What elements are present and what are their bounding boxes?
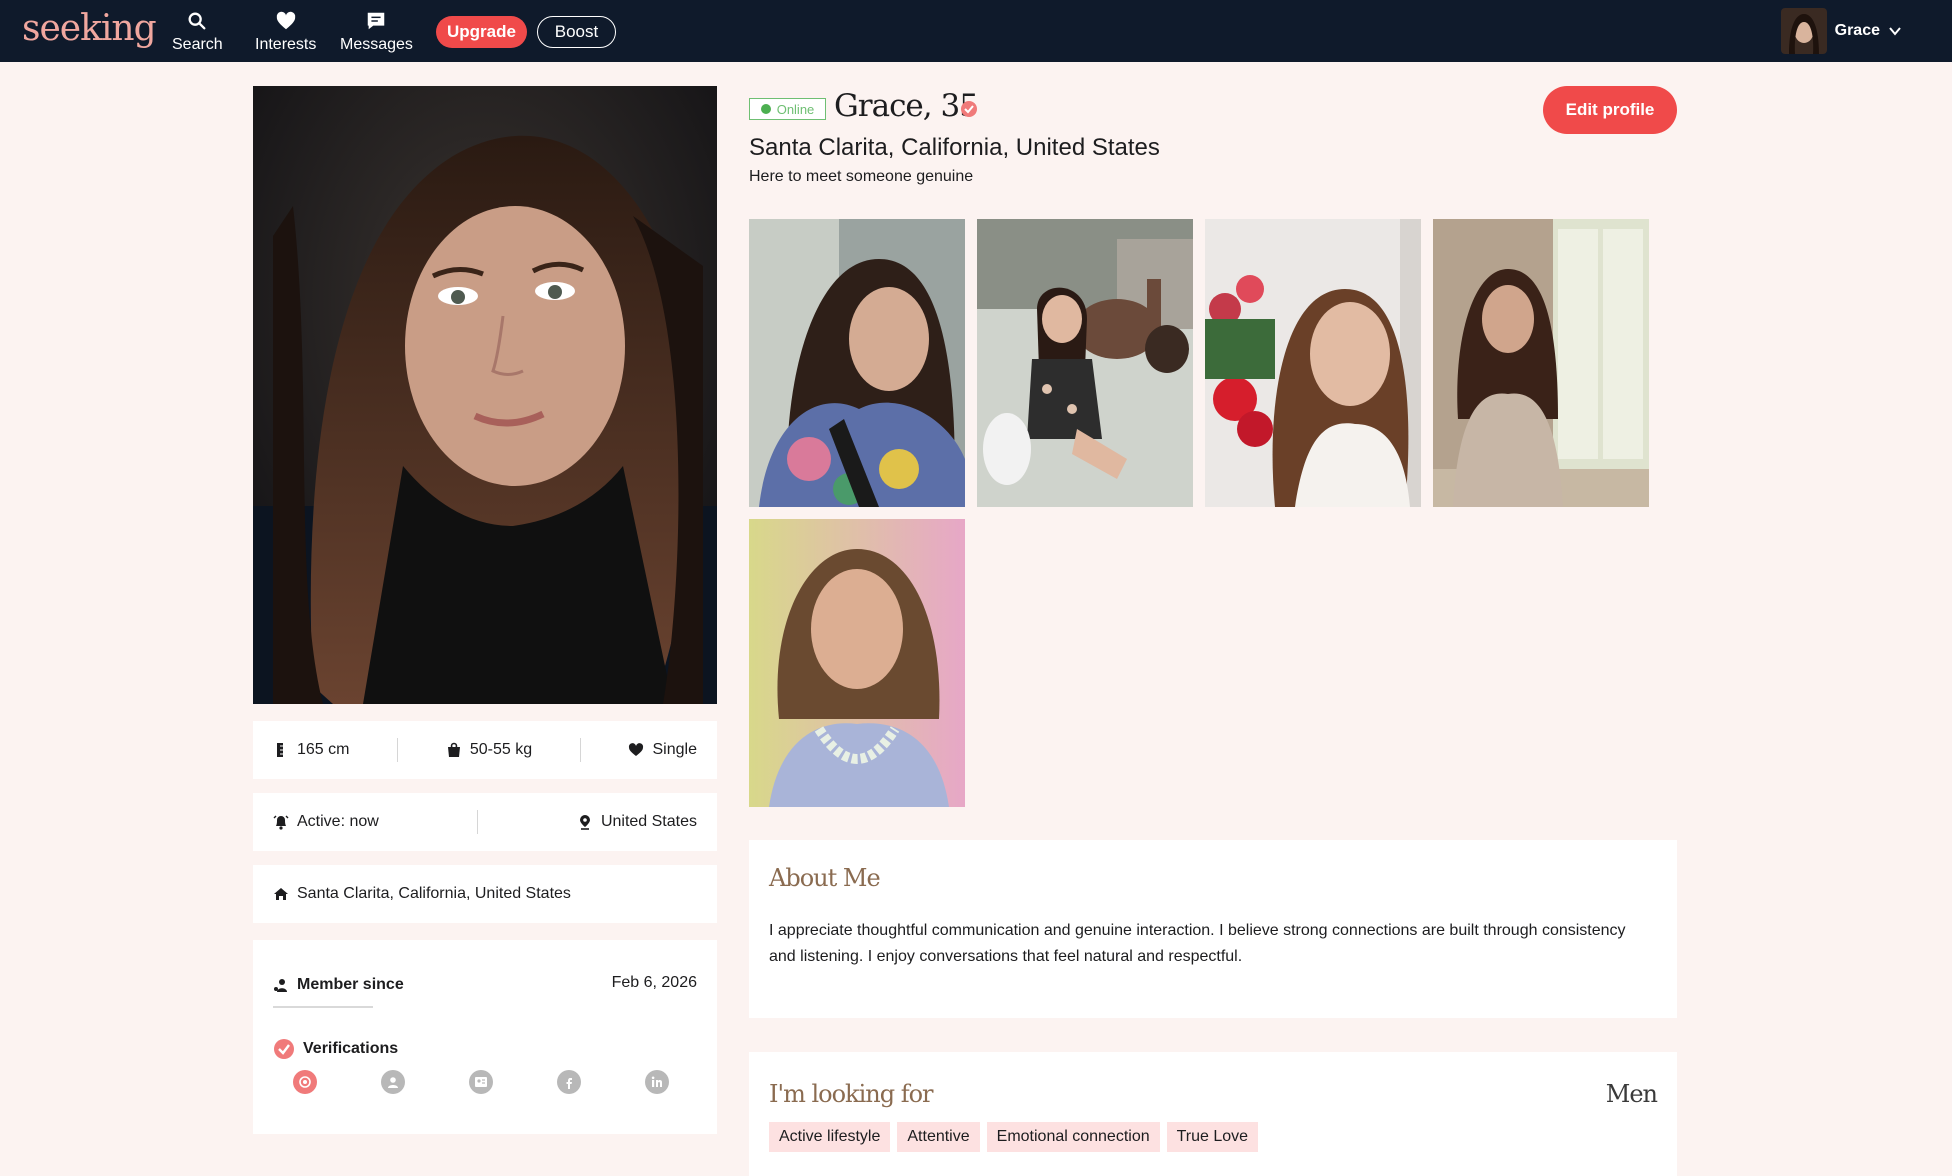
verification-icons bbox=[293, 1070, 669, 1094]
verifications-label: Verifications bbox=[303, 1040, 399, 1057]
divider bbox=[579, 738, 581, 762]
stats-card-body: 165 cm 50-55 kg Single bbox=[253, 721, 717, 779]
upgrade-button[interactable]: Upgrade bbox=[436, 16, 527, 48]
online-badge: Online bbox=[749, 98, 826, 120]
online-label: Online bbox=[776, 101, 815, 117]
search-icon bbox=[188, 12, 206, 30]
divider bbox=[273, 1006, 373, 1008]
avatar bbox=[1780, 8, 1827, 54]
profile-name-age: Grace, 35 bbox=[834, 88, 979, 124]
height-value: 165 cm bbox=[297, 741, 350, 758]
facebook-icon[interactable] bbox=[557, 1070, 581, 1094]
looking-for-tags: Active lifestyle Attentive Emotional con… bbox=[769, 1122, 1259, 1152]
nav-search[interactable]: Search bbox=[172, 10, 223, 54]
weight-icon bbox=[447, 742, 460, 757]
tag: True Love bbox=[1166, 1122, 1259, 1152]
about-me-title: About Me bbox=[769, 864, 881, 892]
relationship-value: Single bbox=[652, 741, 697, 758]
divider bbox=[397, 738, 399, 762]
verified-badge-icon bbox=[961, 101, 977, 117]
edit-profile-button[interactable]: Edit profile bbox=[1543, 86, 1677, 134]
gallery-photo-2[interactable] bbox=[977, 219, 1193, 507]
home-city-value: Santa Clarita, California, United States bbox=[297, 885, 571, 902]
tag: Emotional connection bbox=[986, 1122, 1160, 1152]
profile-verification-icon[interactable] bbox=[381, 1070, 405, 1094]
gallery-photo-5[interactable] bbox=[749, 519, 965, 807]
weight-value: 50-55 kg bbox=[469, 741, 533, 758]
user-name: Grace bbox=[1834, 22, 1880, 39]
heart-icon bbox=[276, 11, 295, 30]
verifications: Verifications bbox=[273, 1038, 398, 1060]
id-verification-icon[interactable] bbox=[469, 1070, 493, 1094]
gallery-photo-3[interactable] bbox=[1205, 219, 1421, 507]
top-nav: seeking Search Interests Messages Upgrad… bbox=[0, 0, 1952, 62]
message-icon bbox=[368, 12, 385, 30]
looking-for-gender: Men bbox=[1605, 1080, 1658, 1108]
nav-search-label: Search bbox=[172, 36, 223, 53]
about-me-text: I appreciate thoughtful communication an… bbox=[769, 922, 1626, 965]
height-stat: 165 cm bbox=[273, 741, 349, 759]
member-since: Member since bbox=[273, 976, 404, 994]
about-me-panel: About Me I appreciate thoughtful communi… bbox=[749, 840, 1677, 1018]
gallery-photo-1[interactable] bbox=[749, 219, 965, 507]
country-value: United States bbox=[600, 813, 697, 830]
nav-interests[interactable]: Interests bbox=[255, 10, 316, 54]
tag: Attentive bbox=[897, 1122, 980, 1152]
tag: Active lifestyle bbox=[769, 1122, 891, 1152]
membership-card: Member since Feb 6, 2026 Verifications bbox=[253, 940, 717, 1134]
active-value: Active: now bbox=[297, 813, 379, 830]
activity-card: Active: now United States bbox=[253, 793, 717, 851]
linkedin-icon[interactable] bbox=[645, 1070, 669, 1094]
home-card: Santa Clarita, California, United States bbox=[253, 865, 717, 923]
looking-for-panel: I'm looking for Men Active lifestyle Att… bbox=[749, 1052, 1677, 1176]
verified-badge-icon bbox=[274, 1039, 294, 1059]
bell-icon bbox=[273, 815, 289, 830]
home-icon bbox=[274, 888, 288, 900]
nav-interests-label: Interests bbox=[255, 36, 317, 53]
looking-for-title: I'm looking for bbox=[769, 1080, 934, 1108]
member-since-label: Member since bbox=[297, 976, 404, 993]
boost-button[interactable]: Boost bbox=[537, 16, 616, 48]
active-stat: Active: now bbox=[273, 813, 379, 831]
ruler-icon bbox=[277, 743, 283, 757]
profile-location: Santa Clarita, California, United States bbox=[749, 134, 1160, 161]
member-since-date: Feb 6, 2026 bbox=[611, 974, 697, 991]
seeking-logo[interactable]: seeking bbox=[22, 8, 157, 49]
photo-verification-icon[interactable] bbox=[293, 1070, 317, 1094]
country-stat: United States bbox=[577, 813, 697, 831]
heart-icon bbox=[629, 743, 644, 756]
location-pin-icon bbox=[579, 815, 590, 830]
user-menu[interactable]: Grace bbox=[1780, 8, 1902, 54]
member-icon bbox=[274, 979, 287, 992]
gallery-photo-4[interactable] bbox=[1433, 219, 1649, 507]
chevron-down-icon bbox=[1889, 27, 1901, 36]
nav-messages-label: Messages bbox=[340, 36, 413, 53]
main-profile-photo[interactable] bbox=[253, 86, 717, 704]
profile-tagline: Here to meet someone genuine bbox=[749, 168, 974, 185]
divider bbox=[477, 810, 479, 834]
online-dot-icon bbox=[760, 104, 771, 114]
weight-stat: 50-55 kg bbox=[446, 741, 532, 759]
relationship-stat: Single bbox=[628, 741, 697, 759]
nav-messages[interactable]: Messages bbox=[340, 10, 413, 54]
